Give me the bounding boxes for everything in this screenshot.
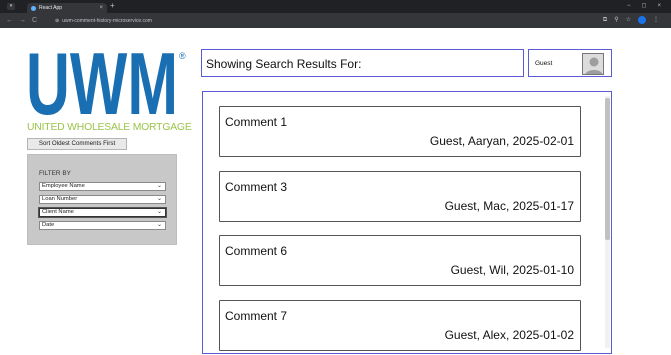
search-results-header: Showing Search Results For:	[201, 49, 524, 77]
tab-title: React App	[39, 5, 63, 11]
chevron-down-icon: ⌄	[156, 222, 162, 228]
browser-actions: ⧉ ⚲ ☆ ⋮	[603, 16, 659, 24]
comment-title: Comment 6	[225, 244, 288, 258]
scrollbar-thumb[interactable]	[605, 98, 610, 240]
sort-oldest-button[interactable]: Sort Oldest Comments First	[27, 138, 127, 150]
comment-card[interactable]: Comment 6 Guest, Wil, 2025-01-10	[219, 235, 581, 286]
user-box[interactable]: Guest	[528, 49, 612, 77]
zoom-icon[interactable]: ⚲	[614, 16, 618, 24]
select-label: Date	[42, 222, 55, 228]
url-text[interactable]: uwm-comment-history-microservice.com	[62, 18, 152, 24]
menu-icon[interactable]: ⋮	[653, 16, 659, 24]
cast-icon[interactable]: ⧉	[603, 16, 607, 24]
comment-card[interactable]: Comment 7 Guest, Alex, 2025-01-02	[219, 300, 581, 351]
loan-number-select[interactable]: Loan Number ⌄	[39, 195, 166, 204]
comment-meta: Guest, Mac, 2025-01-17	[444, 199, 574, 213]
client-name-select[interactable]: Client Name ⌄	[38, 207, 167, 218]
forward-icon[interactable]: →	[19, 17, 26, 24]
select-label: Loan Number	[42, 196, 78, 202]
star-icon[interactable]: ☆	[626, 16, 631, 24]
comment-meta: Guest, Aaryan, 2025-02-01	[429, 134, 574, 148]
restore-icon[interactable]: ◻	[642, 2, 647, 10]
address-bar[interactable]: ⊕ uwm-comment-history-microservice.com	[52, 16, 582, 25]
uwm-logo: UWM ®	[26, 34, 188, 133]
select-label: Employee Name	[42, 183, 85, 189]
comment-card[interactable]: Comment 3 Guest, Mac, 2025-01-17	[219, 171, 581, 222]
select-label: Client Name	[42, 209, 74, 215]
profile-icon[interactable]	[638, 16, 646, 24]
site-info-icon[interactable]: ⊕	[55, 18, 59, 24]
logo-text: UWM	[28, 50, 178, 120]
tab-close-icon[interactable]: ×	[99, 5, 103, 11]
search-results-label: Showing Search Results For:	[206, 57, 362, 71]
user-name: Guest	[535, 60, 553, 67]
react-favicon-icon	[31, 5, 36, 11]
chevron-down-icon: ⌄	[156, 209, 162, 215]
back-icon[interactable]: ←	[6, 17, 13, 24]
filter-panel: FILTER BY Employee Name ⌄ Loan Number ⌄ …	[27, 154, 177, 245]
uwm-logo-graphic: UWM ®	[26, 34, 186, 133]
brand-tagline: UNITED WHOLESALE MORTGAGE	[27, 122, 192, 133]
close-window-icon[interactable]: ×	[657, 2, 661, 10]
comment-card[interactable]: Comment 1 Guest, Aaryan, 2025-02-01	[219, 106, 581, 157]
browser-nav-bar: ← → C ⊕ uwm-comment-history-microservice…	[0, 13, 671, 28]
comment-title: Comment 3	[225, 180, 288, 194]
new-tab-icon[interactable]: +	[110, 2, 115, 10]
chevron-down-icon: ⌄	[156, 183, 162, 189]
comment-meta: Guest, Alex, 2025-01-02	[444, 328, 574, 342]
chevron-down-icon: ⌄	[156, 196, 162, 202]
comment-title: Comment 1	[225, 115, 288, 129]
browser-tab[interactable]: React App ×	[27, 3, 107, 13]
filter-title: FILTER BY	[39, 170, 71, 177]
registered-mark: ®	[179, 51, 186, 61]
window-controls: − ◻ ×	[627, 2, 661, 10]
date-select[interactable]: Date ⌄	[39, 221, 166, 230]
tab-search-icon[interactable]: ▾	[7, 3, 15, 10]
comment-meta: Guest, Wil, 2025-01-10	[450, 263, 574, 277]
employee-name-select[interactable]: Employee Name ⌄	[39, 182, 166, 191]
user-avatar-icon	[585, 57, 603, 74]
comment-title: Comment 7	[225, 309, 288, 323]
minimize-icon[interactable]: −	[627, 2, 631, 10]
avatar[interactable]	[582, 53, 604, 75]
comments-list[interactable]: Comment 1 Guest, Aaryan, 2025-02-01 Comm…	[202, 91, 612, 354]
browser-tab-bar: ▾ React App × + − ◻ ×	[0, 0, 671, 13]
reload-icon[interactable]: C	[32, 17, 37, 24]
